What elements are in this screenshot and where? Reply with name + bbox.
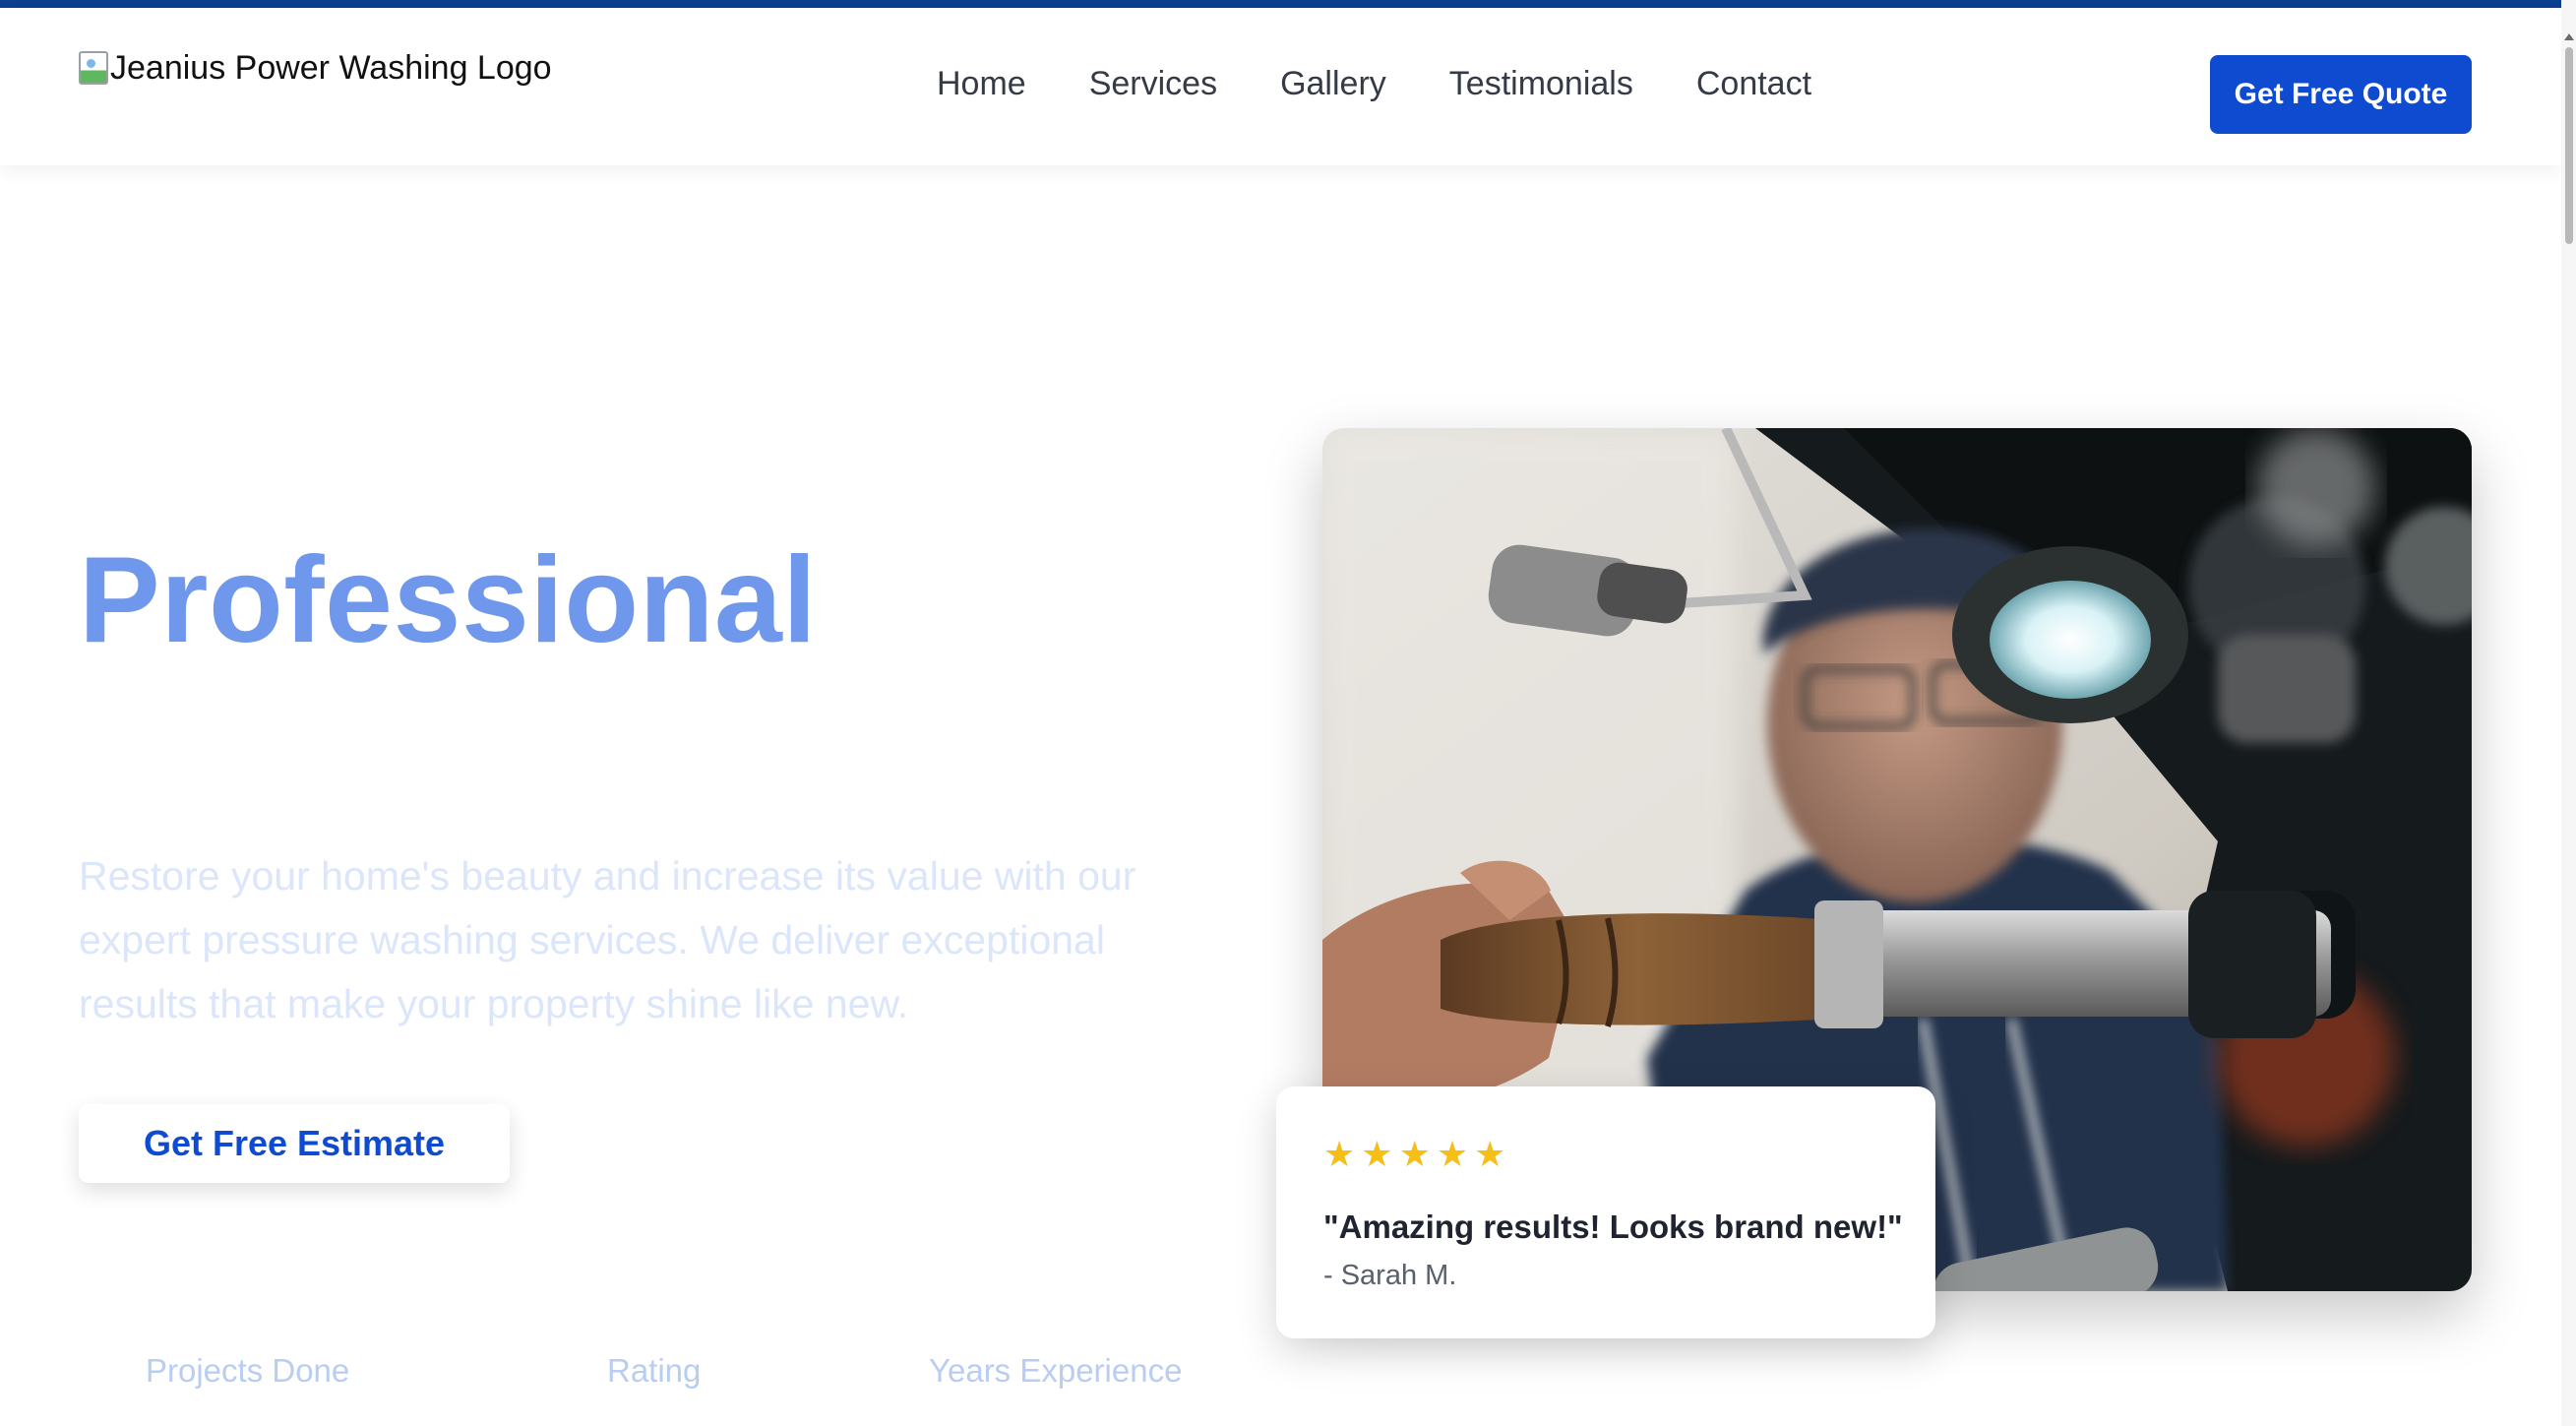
- hero-title: Professional: [79, 532, 818, 668]
- main-nav: Home Services Gallery Testimonials Conta…: [937, 65, 1811, 103]
- nav-contact[interactable]: Contact: [1696, 65, 1811, 103]
- rating-stars: ★ ★ ★ ★ ★: [1323, 1138, 1511, 1173]
- review-author: - Sarah M.: [1323, 1260, 1457, 1291]
- star-icon: ★: [1361, 1135, 1393, 1175]
- scrollbar-thumb[interactable]: [2565, 47, 2573, 244]
- stat-label-projects: Projects Done: [146, 1352, 350, 1389]
- nav-home[interactable]: Home: [937, 65, 1026, 103]
- page: Jeanius Power Washing Logo Home Services…: [0, 0, 2576, 1426]
- get-free-quote-button[interactable]: Get Free Quote: [2210, 55, 2472, 134]
- get-free-estimate-button[interactable]: Get Free Estimate: [79, 1104, 510, 1183]
- nav-gallery[interactable]: Gallery: [1280, 65, 1386, 103]
- hero-description: Restore your home's beauty and increase …: [79, 853, 1136, 1026]
- stat-label-rating: Rating: [607, 1352, 702, 1389]
- star-icon: ★: [1436, 1135, 1469, 1175]
- stat-label-years: Years Experience: [929, 1352, 1183, 1389]
- nav-services[interactable]: Services: [1089, 65, 1217, 103]
- review-card: ★ ★ ★ ★ ★ "Amazing results! Looks brand …: [1276, 1086, 1935, 1338]
- scroll-up-arrow-icon[interactable]: [2564, 33, 2574, 40]
- logo-alt-text: Jeanius Power Washing Logo: [110, 48, 552, 87]
- nav-testimonials[interactable]: Testimonials: [1449, 65, 1633, 103]
- review-quote: "Amazing results! Looks brand new!": [1323, 1209, 1903, 1245]
- broken-image-icon: [79, 51, 108, 85]
- page-scrollbar[interactable]: [2561, 0, 2576, 1426]
- site-header: Jeanius Power Washing Logo Home Services…: [0, 8, 2561, 165]
- top-accent-strip: [0, 0, 2576, 8]
- star-icon: ★: [1398, 1135, 1431, 1175]
- star-icon: ★: [1323, 1135, 1356, 1175]
- site-logo[interactable]: Jeanius Power Washing Logo: [79, 39, 552, 96]
- star-icon: ★: [1474, 1135, 1506, 1175]
